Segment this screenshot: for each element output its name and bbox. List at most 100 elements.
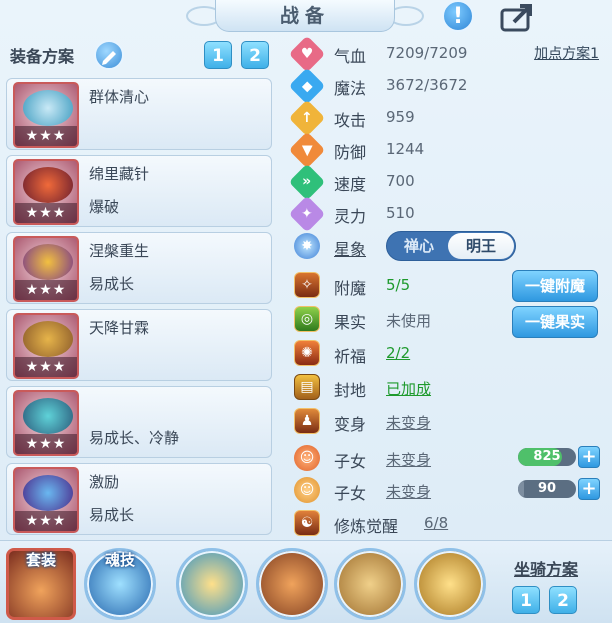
stat-value-spirit: 510 [386,204,415,222]
fabao-slot-3[interactable] [334,548,406,620]
status-value-fief[interactable]: 已加成 [386,378,431,399]
star-rating: ★★★ [15,511,77,531]
soul-skill-label: 魂技 [104,551,136,569]
equipment-affix: 爆破 [89,198,120,216]
star-rating: ★★★ [15,203,77,223]
help-button[interactable]: ! [442,0,474,32]
fief-icon: ▤ [294,374,320,400]
stat-value-defense: 1244 [386,140,425,158]
status-label-child-2: 子女 [334,484,367,503]
equipment-image: ★★★ [13,236,79,302]
child-2-progress-bar: 90 [518,480,576,498]
star-sign-label[interactable]: 星象 [334,236,366,260]
status-value-child-1[interactable]: 未变身 [386,449,431,470]
equipment-image: ★★★ [13,390,79,456]
pencil-icon [102,51,116,65]
star-rating: ★★★ [15,434,77,454]
share-icon [500,4,532,32]
equipment-card-2[interactable]: ★★★ 绵里藏针 爆破 [6,155,272,227]
equipment-card-5[interactable]: ★★★ 易成长、冷静 [6,386,272,458]
progress-value: 90 [537,481,557,496]
edit-scheme-button[interactable] [94,40,124,70]
progress-value: 825 [533,449,561,464]
equipment-image: ★★★ [13,159,79,225]
equipment-name: 天降甘霖 [89,319,150,337]
status-label-blessing: 祈福 [334,347,367,366]
equipment-image: ★★★ [13,82,79,148]
star-rating: ★★★ [15,126,77,146]
spirit-icon: ✦ [288,195,326,233]
status-value-cultivation[interactable]: 6/8 [424,514,448,532]
equipment-image: ★★★ [13,467,79,533]
status-value-child-2[interactable]: 未变身 [386,481,431,502]
equipment-card-6[interactable]: ★★★ 激励 易成长 [6,463,272,535]
armor-icon [23,475,73,511]
scheme-2-button[interactable]: 2 [241,41,269,69]
status-value-enchant: 5/5 [386,276,411,294]
status-value-transform[interactable]: 未变身 [386,412,431,433]
defense-icon: ▼ [288,131,326,169]
status-label-fief: 封地 [334,381,367,400]
equipment-affix: 易成长 [89,506,135,524]
phoenix-icon [23,244,73,280]
equipment-name: 涅槃重生 [89,242,150,260]
stat-value-mp: 3672/3672 [386,76,468,94]
equipment-card-3[interactable]: ★★★ 涅槃重生 易成长 [6,232,272,304]
attack-icon: ↑ [288,99,326,137]
star-rating: ★★★ [15,357,77,377]
stat-value-attack: 959 [386,108,415,126]
stat-label-mp: 魔法 [334,79,367,98]
soul-skill-button[interactable]: 魂技 [84,548,156,620]
equipment-scheme-label: 装备方案 [10,47,75,66]
equipment-card-4[interactable]: ★★★ 天降甘霖 [6,309,272,381]
equipment-image: ★★★ [13,313,79,379]
equipment-card-1[interactable]: ★★★ 群体清心 [6,78,272,150]
blessing-icon: ✺ [294,340,320,366]
enchant-icon: ✧ [294,272,320,298]
stat-value-hp: 7209/7209 [386,44,468,62]
equipment-name: 激励 [89,473,120,491]
helmet-icon [23,167,73,203]
status-label-transform: 变身 [334,415,367,434]
share-button[interactable] [498,2,540,32]
mount-scheme-2-button[interactable]: 2 [549,586,577,614]
necklace-icon [23,321,73,357]
stat-label-attack: 攻击 [334,111,367,130]
equipment-name: 绵里藏针 [89,165,150,183]
cultivation-icon: ☯ [294,510,320,536]
stat-label-defense: 防御 [334,143,367,162]
toggle-option-chanxin[interactable]: 禅心 [387,232,451,260]
fabao-slot-1[interactable] [176,548,248,620]
fruit-icon: ◎ [294,306,320,332]
status-value-fruit: 未使用 [386,312,432,330]
stat-value-speed: 700 [386,172,415,190]
equipment-name: 群体清心 [89,88,150,106]
page-title: 战备 [215,0,395,32]
stat-label-hp: 气血 [334,47,367,66]
speed-icon: » [288,163,326,201]
points-scheme-link[interactable]: 加点方案1 [515,43,599,65]
star-sign-icon: ✸ [294,233,320,259]
mount-scheme-1-button[interactable]: 1 [512,586,540,614]
status-label-child-1: 子女 [334,452,367,471]
child-2-add-button[interactable]: + [578,478,600,500]
status-value-blessing[interactable]: 2/2 [386,344,410,362]
suit-button[interactable]: 套装 [6,548,76,620]
star-sign-toggle[interactable]: 禅心 明王 [386,231,516,261]
status-label-enchant: 附魔 [334,279,367,298]
one-click-fruit-button[interactable]: 一键果实 [512,306,598,338]
toggle-option-mingwang[interactable]: 明王 [448,233,514,259]
child-1-add-button[interactable]: + [578,446,600,468]
child-1-progress-bar: 825 [518,448,576,466]
one-click-enchant-button[interactable]: 一键附魔 [512,270,598,302]
status-label-cultivation: 修炼觉醒 [334,517,399,536]
scheme-1-button[interactable]: 1 [204,41,232,69]
exclamation-icon: ! [452,4,464,29]
suit-label: 套装 [25,551,57,569]
heart-icon: ♥ [288,35,326,73]
equipment-affix: 易成长 [89,275,135,293]
stat-label-spirit: 灵力 [334,207,367,226]
fabao-slot-2[interactable] [256,548,328,620]
feather-fan-icon [23,90,73,126]
fabao-slot-4[interactable] [414,548,486,620]
